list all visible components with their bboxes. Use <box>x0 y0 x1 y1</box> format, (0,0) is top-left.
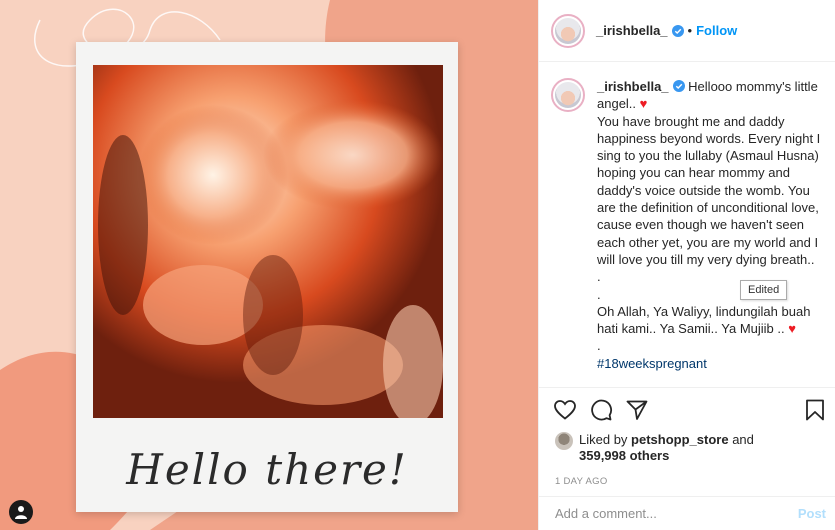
likes-text: Liked by petshopp_store and 359,998 othe… <box>579 432 754 464</box>
action-bar <box>539 388 835 432</box>
likes-prefix: Liked by <box>579 432 628 447</box>
user-tag-icon[interactable] <box>9 500 33 524</box>
polaroid-caption: Hello there! <box>126 445 408 494</box>
comment-composer: Post <box>539 496 835 530</box>
separator-dot: • <box>687 23 693 38</box>
verified-badge-icon <box>671 24 684 37</box>
caption-line: You have brought me and daddy happiness … <box>597 113 821 267</box>
bookmark-icon[interactable] <box>803 398 827 422</box>
edited-tooltip: Edited <box>740 280 788 300</box>
polaroid-frame: Hello there! <box>76 42 458 512</box>
caption-line: Oh Allah, Ya Waliyy, lindungilah buah ha… <box>597 303 811 337</box>
post-comment-button[interactable]: Post <box>798 506 826 521</box>
caption-username[interactable]: _irishbella_ <box>597 79 669 94</box>
post-sidebar: _irishbella_ • Follow _irishbella_ Hello… <box>538 0 835 530</box>
likes-summary: Liked by petshopp_store and 359,998 othe… <box>539 432 835 464</box>
verified-badge-icon <box>672 80 685 92</box>
follow-button[interactable]: Follow <box>696 23 737 38</box>
liker-avatar[interactable] <box>555 432 573 450</box>
ultrasound-photo <box>93 65 443 418</box>
avatar[interactable] <box>551 13 585 48</box>
header-username[interactable]: _irishbella_ <box>596 23 668 38</box>
caption-row: _irishbella_ Hellooo mommy's little ange… <box>551 78 821 372</box>
post-media[interactable]: Hello there! <box>0 0 538 530</box>
liker-username[interactable]: petshopp_store <box>631 432 729 447</box>
heart-outline-icon[interactable] <box>553 398 577 422</box>
caption-area: _irishbella_ Hellooo mommy's little ange… <box>539 62 835 388</box>
heart-emoji: ♥ <box>639 96 648 112</box>
post-header: _irishbella_ • Follow <box>539 0 835 62</box>
caption-dot: . <box>597 269 601 285</box>
caption-dot: . <box>597 338 601 354</box>
caption-dot: . <box>597 286 601 302</box>
avatar[interactable] <box>551 78 585 112</box>
speech-bubble-icon[interactable] <box>589 398 613 422</box>
likes-joiner: and <box>732 432 754 447</box>
caption-text: _irishbella_ Hellooo mommy's little ange… <box>597 78 821 372</box>
heart-emoji: ♥ <box>788 321 796 337</box>
hashtag-link[interactable]: #18weekspregnant <box>597 356 707 371</box>
paper-plane-icon[interactable] <box>625 398 649 422</box>
comment-input[interactable] <box>555 506 798 521</box>
post-timestamp: 1 DAY AGO <box>555 476 608 487</box>
likes-others-link[interactable]: 359,998 others <box>579 448 669 463</box>
